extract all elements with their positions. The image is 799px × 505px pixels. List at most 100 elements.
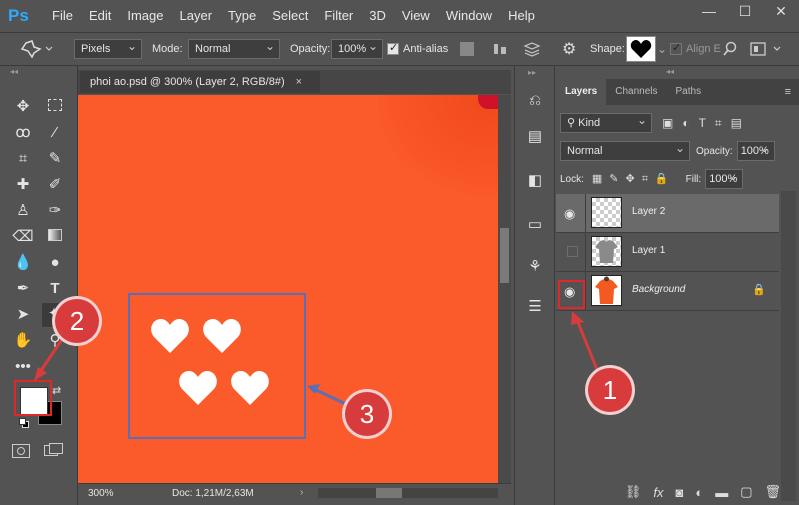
layer-row[interactable]: Layer 1 bbox=[556, 233, 779, 272]
vertical-scroll-thumb[interactable] bbox=[500, 228, 509, 283]
brush-settings-icon[interactable]: ⚘ bbox=[524, 256, 546, 278]
brush-tool-icon[interactable]: ✐ bbox=[44, 174, 66, 196]
libraries-panel-icon[interactable]: ▭ bbox=[524, 214, 546, 236]
gear-icon[interactable]: ⚙ bbox=[562, 39, 576, 59]
layer-name[interactable]: Layer 1 bbox=[632, 245, 665, 256]
delete-layer-icon[interactable]: 🗑 bbox=[764, 484, 781, 500]
layers-scrollbar[interactable] bbox=[781, 191, 796, 501]
magic-wand-tool-icon[interactable]: ⁄ bbox=[44, 122, 66, 144]
tool-mode-select[interactable]: Pixels bbox=[74, 37, 142, 59]
gradient-tool-icon[interactable] bbox=[44, 226, 66, 248]
minimize-button[interactable]: — bbox=[691, 0, 727, 24]
layer-effects-icon[interactable]: fx bbox=[653, 485, 663, 500]
heart-shape[interactable] bbox=[230, 367, 270, 407]
type-tool-icon[interactable]: T bbox=[44, 278, 66, 300]
new-layer-icon[interactable]: ▢ bbox=[740, 484, 752, 500]
marquee-tool-icon[interactable] bbox=[44, 96, 66, 118]
panel-menu-icon[interactable]: ≡ bbox=[785, 79, 791, 105]
adjustments-panel-icon[interactable]: ◧ bbox=[524, 170, 546, 192]
menu-image[interactable]: Image bbox=[119, 0, 171, 32]
history-brush-tool-icon[interactable]: ✑ bbox=[44, 200, 66, 222]
horizontal-scroll-thumb[interactable] bbox=[376, 488, 402, 498]
dock-collapse-icon[interactable]: ▸▸ bbox=[528, 68, 536, 77]
path-selection-tool-icon[interactable]: ➤ bbox=[12, 304, 34, 326]
panel-collapse-icon[interactable]: ◂◂ bbox=[666, 67, 674, 76]
toolbox-collapse-icon[interactable]: ◂◂ bbox=[0, 66, 77, 78]
layer-filter-icons[interactable]: ▣◐T⌗▤ bbox=[662, 116, 751, 131]
path-operations-icon[interactable] bbox=[460, 42, 474, 56]
fill-field[interactable]: 100% bbox=[705, 167, 744, 189]
shape-picker[interactable] bbox=[626, 36, 656, 62]
document-canvas[interactable] bbox=[78, 95, 498, 483]
close-tab-icon[interactable]: × bbox=[296, 76, 302, 88]
menu-type[interactable]: Type bbox=[220, 0, 264, 32]
horizontal-scrollbar[interactable] bbox=[318, 488, 498, 498]
adjustment-layer-icon[interactable]: ◐ bbox=[695, 485, 703, 500]
path-arrangement-icon[interactable] bbox=[522, 41, 542, 57]
status-menu-icon[interactable]: › bbox=[300, 487, 303, 498]
tab-layers[interactable]: Layers bbox=[556, 79, 607, 105]
clone-stamp-tool-icon[interactable]: ♙ bbox=[12, 200, 34, 222]
layer-row[interactable]: ◉ Background 🔒 bbox=[556, 272, 779, 311]
antialias-checkbox[interactable] bbox=[387, 41, 399, 55]
dodge-tool-icon[interactable]: ● bbox=[44, 252, 66, 274]
align-edges-checkbox[interactable] bbox=[670, 41, 682, 55]
sliders-panel-icon[interactable]: ☰ bbox=[524, 296, 546, 318]
blur-tool-icon[interactable]: 💧 bbox=[12, 252, 34, 274]
tab-paths[interactable]: Paths bbox=[667, 79, 711, 105]
hand-tool-icon[interactable]: ✋ bbox=[12, 330, 34, 352]
tool-preset-picker[interactable] bbox=[20, 39, 54, 59]
new-group-icon[interactable]: ▬ bbox=[715, 485, 728, 500]
lasso-tool-icon[interactable]: ꝏ bbox=[12, 122, 34, 144]
menu-help[interactable]: Help bbox=[500, 0, 543, 32]
screen-mode-icon[interactable] bbox=[44, 443, 64, 457]
healing-brush-tool-icon[interactable]: ✚ bbox=[12, 174, 34, 196]
eyedropper-tool-icon[interactable]: ✎ bbox=[44, 148, 66, 170]
layer-name[interactable]: Background bbox=[632, 284, 685, 295]
default-colors-icon[interactable] bbox=[19, 418, 29, 428]
more-tools-icon[interactable]: ••• bbox=[12, 356, 34, 378]
layer-mask-icon[interactable]: ◙ bbox=[675, 485, 683, 500]
heart-shape[interactable] bbox=[150, 315, 190, 355]
search-icon[interactable] bbox=[722, 41, 738, 57]
workspace-icon[interactable] bbox=[750, 41, 786, 57]
visibility-toggle[interactable] bbox=[558, 233, 586, 271]
layer-blend-mode-select[interactable]: Normal bbox=[560, 139, 690, 161]
eraser-tool-icon[interactable]: ⌫ bbox=[12, 226, 34, 248]
tab-channels[interactable]: Channels bbox=[606, 79, 666, 105]
layer-name[interactable]: Layer 2 bbox=[632, 206, 665, 217]
link-layers-icon[interactable]: ⛓ bbox=[625, 484, 642, 500]
move-tool-icon[interactable]: ✥ bbox=[12, 96, 34, 118]
menu-layer[interactable]: Layer bbox=[172, 0, 221, 32]
heart-shape[interactable] bbox=[202, 315, 242, 355]
zoom-level[interactable]: 300% bbox=[88, 488, 114, 499]
menu-filter[interactable]: Filter bbox=[316, 0, 361, 32]
menu-3d[interactable]: 3D bbox=[361, 0, 394, 32]
chevron-down-icon[interactable]: ⌄ bbox=[657, 42, 667, 56]
photoshop-logo: Ps bbox=[8, 6, 29, 25]
blend-mode-select[interactable]: Normal bbox=[188, 37, 280, 59]
heart-shape[interactable] bbox=[178, 367, 218, 407]
path-alignment-icon[interactable] bbox=[492, 41, 508, 57]
layer-row[interactable]: ◉ Layer 2 bbox=[556, 194, 779, 233]
maximize-button[interactable]: ☐ bbox=[727, 0, 763, 24]
close-window-button[interactable]: ✕ bbox=[763, 0, 799, 24]
history-panel-icon[interactable]: ⎌ bbox=[524, 90, 546, 112]
pen-tool-icon[interactable]: ✒ bbox=[12, 278, 34, 300]
properties-panel-icon[interactable]: ▤ bbox=[524, 126, 546, 148]
menu-select[interactable]: Select bbox=[264, 0, 316, 32]
menu-window[interactable]: Window bbox=[438, 0, 500, 32]
menu-edit[interactable]: Edit bbox=[81, 0, 119, 32]
quick-mask-icon[interactable] bbox=[12, 444, 30, 458]
menu-view[interactable]: View bbox=[394, 0, 438, 32]
layer-opacity-field[interactable]: 100% bbox=[736, 139, 775, 161]
menu-file[interactable]: File bbox=[44, 0, 81, 32]
document-tab[interactable]: phoi ao.psd @ 300% (Layer 2, RGB/8#) × bbox=[80, 71, 320, 93]
vertical-scrollbar[interactable] bbox=[498, 95, 511, 483]
layer-filter-select[interactable]: ⚲ Kind bbox=[560, 111, 652, 133]
visibility-toggle[interactable]: ◉ bbox=[558, 194, 586, 232]
swap-colors-icon[interactable]: ⇄ bbox=[52, 384, 61, 397]
crop-tool-icon[interactable]: ⌗ bbox=[12, 148, 34, 170]
lock-options-icons[interactable]: ▦✎✥⌗🔒 bbox=[592, 172, 676, 186]
opacity-field[interactable]: 100% bbox=[331, 37, 383, 59]
